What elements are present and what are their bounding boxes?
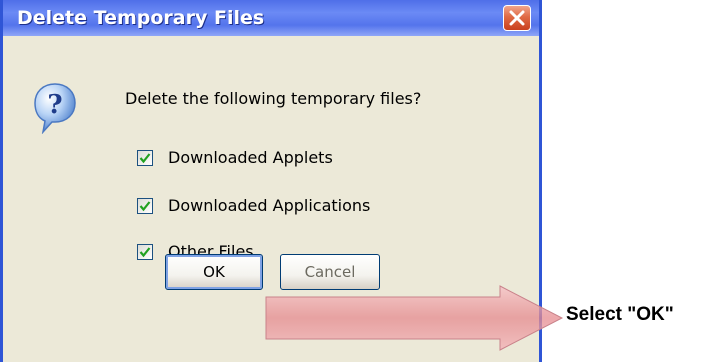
checkmark-icon <box>139 201 151 212</box>
delete-temporary-files-dialog: Delete Temporary Files ? Delete the foll… <box>0 0 542 362</box>
checkbox-downloaded-applications[interactable] <box>137 198 153 214</box>
prompt-text: Delete the following temporary files? <box>125 89 422 108</box>
checkmark-icon <box>139 153 151 164</box>
dialog-titlebar[interactable]: Delete Temporary Files <box>3 0 539 36</box>
ok-button[interactable]: OK <box>165 254 263 290</box>
cancel-button[interactable]: Cancel <box>280 254 380 290</box>
close-icon <box>509 10 525 26</box>
option-label: Downloaded Applets <box>168 148 333 167</box>
checkmark-icon <box>139 247 151 258</box>
dialog-body: ? Delete the following temporary files? … <box>3 36 539 362</box>
checkbox-other-files[interactable] <box>137 244 153 260</box>
callout-label: Select "OK" <box>566 304 674 325</box>
option-label: Downloaded Applications <box>168 196 371 215</box>
svg-text:?: ? <box>47 90 62 120</box>
question-icon: ? <box>34 83 76 134</box>
dialog-title: Delete Temporary Files <box>17 7 265 29</box>
close-button[interactable] <box>503 5 531 31</box>
checkbox-downloaded-applets[interactable] <box>137 150 153 166</box>
